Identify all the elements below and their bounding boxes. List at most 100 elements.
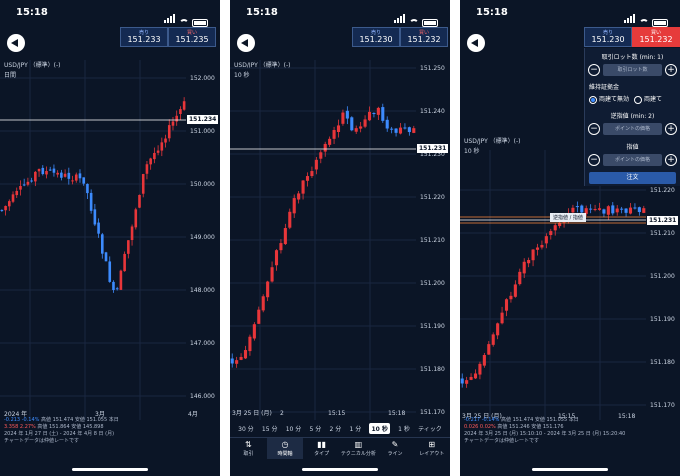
candle [628, 202, 633, 215]
stop-input[interactable]: ポイントの価格 [603, 122, 662, 135]
buy-price: 151.232 [639, 35, 673, 44]
sell-quote-button[interactable]: 売り 151.233 [120, 27, 168, 47]
tab-label: 時間軸 [277, 451, 293, 457]
timeframe-option[interactable]: 30 分 [238, 424, 254, 433]
candle [164, 134, 167, 148]
timeframe-option[interactable]: 1 秒 [398, 424, 410, 433]
system-icons [394, 8, 438, 27]
tab-item[interactable]: ⇅ 取引 [230, 438, 267, 459]
candle [615, 205, 619, 216]
timeframe-option[interactable]: 1 分 [349, 424, 361, 433]
y-tick-label: 148.000 [190, 287, 215, 294]
tab-item[interactable]: ▮▮ タイプ [303, 438, 340, 459]
candle [606, 205, 610, 220]
back-button[interactable] [467, 34, 485, 52]
candle [134, 207, 138, 230]
tab-label: レイアウト [419, 451, 445, 457]
candle [482, 352, 486, 368]
candle [266, 280, 270, 302]
range-change-value: 0.026 [464, 424, 479, 430]
timeframe-option[interactable]: 15 分 [262, 424, 278, 433]
limit-input[interactable]: ポイントの価格 [603, 153, 662, 166]
order-line-label[interactable]: 逆指値 / 指値 [550, 213, 586, 222]
candle [522, 258, 526, 279]
y-tick-label: 151.220 [650, 187, 675, 194]
timeframe-option[interactable]: 10 分 [286, 424, 302, 433]
summary-info: -0.213 -0.14% 高値 151.474 安値 151.055 本日 3… [4, 417, 119, 445]
candle [243, 345, 248, 359]
candle [403, 123, 407, 130]
candle [11, 191, 15, 204]
tab-icon: ▮▮ [317, 440, 327, 449]
current-price-tag: 151.231 [417, 144, 449, 153]
timeframe-option[interactable]: ティック [418, 424, 442, 433]
candle [4, 205, 7, 216]
hedge-on-radio[interactable]: 両建て [634, 94, 662, 104]
candle [138, 194, 141, 209]
status-time: 15:18 [476, 7, 508, 18]
limit-plus-button[interactable]: + [665, 153, 677, 166]
stop-plus-button[interactable]: + [665, 122, 677, 135]
candle [367, 106, 372, 122]
hedge-off-label: 両建て無効 [599, 96, 630, 103]
tab-item[interactable]: ◷ 時間軸 [266, 438, 304, 459]
buy-quote-button[interactable]: 買い 151.235 [168, 27, 216, 47]
low-value: 安値 151.055 [534, 417, 568, 423]
tab-label: テクニカル分析 [340, 451, 376, 457]
tab-label: 取引 [243, 451, 254, 457]
sell-quote-button[interactable]: 売り 151.230 [352, 27, 400, 47]
candlestick-chart[interactable]: 152.000 151.000 150.000 149.000 148.000 147.0… [0, 60, 220, 420]
hedge-off-radio[interactable]: 両建て無効 [589, 94, 629, 104]
today-label: 本日 [108, 417, 119, 423]
date-range: 2024 年 1月 27 日 (土) - 2024 年 4月 8 日 (月) [4, 431, 115, 437]
candle [160, 137, 164, 157]
tab-item[interactable]: ⊞ レイアウト [413, 438, 450, 459]
buy-price: 151.235 [175, 35, 209, 44]
lot-stepper: − 取引ロット数 + [588, 63, 677, 77]
sell-quote-button[interactable]: 売り 151.230 [584, 27, 632, 47]
signal-icon [624, 8, 636, 27]
candle [336, 119, 341, 138]
candle [549, 228, 553, 240]
home-indicator [302, 468, 378, 471]
tab-item[interactable]: ▥ テクニカル分析 [340, 438, 377, 459]
today-label: 本日 [568, 417, 579, 423]
timeframe-option[interactable]: 10 秒 [369, 422, 390, 434]
y-tick-label: 151.180 [420, 366, 445, 373]
back-button[interactable] [7, 34, 25, 52]
candle [141, 173, 145, 198]
buy-quote-button[interactable]: 買い 151.232 [400, 27, 448, 47]
status-time: 15:18 [246, 7, 278, 18]
bottom-tab-bar: ⇅ 取引 ◷ 時間軸 ▮▮ タイプ ▥ テクニカル分析 ✎ ライン ⊞ レイアウト [230, 437, 450, 459]
candle [385, 116, 389, 132]
back-button[interactable] [237, 34, 255, 52]
timeframe-option[interactable]: 2 分 [330, 424, 342, 433]
buy-quote-button[interactable]: 買い 151.232 [632, 27, 680, 47]
candle [63, 169, 67, 178]
tab-item[interactable]: ✎ ライン [377, 438, 414, 459]
candle [97, 218, 100, 238]
timeframe-option[interactable]: 5 分 [310, 424, 322, 433]
sell-price: 151.233 [127, 35, 161, 44]
candle [26, 177, 30, 187]
candle [130, 224, 134, 246]
change-value: -0.217 [464, 417, 481, 423]
candle [127, 240, 130, 259]
lot-plus-button[interactable]: + [665, 64, 677, 76]
lot-minus-button[interactable]: − [588, 64, 600, 76]
tab-icon: ✎ [391, 440, 399, 449]
candle [292, 194, 296, 218]
stop-minus-button[interactable]: − [588, 122, 600, 135]
y-tick-label: 151.170 [420, 409, 445, 416]
order-button[interactable]: 注文 [589, 171, 676, 184]
y-tick-label: 151.210 [650, 230, 675, 237]
candle [305, 172, 310, 187]
candle [22, 178, 26, 187]
change-percent: -0.14% [481, 417, 500, 423]
candlestick-chart[interactable]: 151.250 151.240 151.230 151.220 151.210 151.2… [230, 60, 450, 420]
candlestick-chart[interactable]: 151.220 151.210 151.200 151.190 151.180 151.1… [460, 150, 680, 420]
limit-minus-button[interactable]: − [588, 153, 600, 166]
candle [30, 177, 33, 183]
date-range: 2024 年 3月 25 日 (月) 15:10:10 - 2024 年 3月 … [464, 431, 626, 437]
lot-input[interactable]: 取引ロット数 [603, 64, 662, 76]
